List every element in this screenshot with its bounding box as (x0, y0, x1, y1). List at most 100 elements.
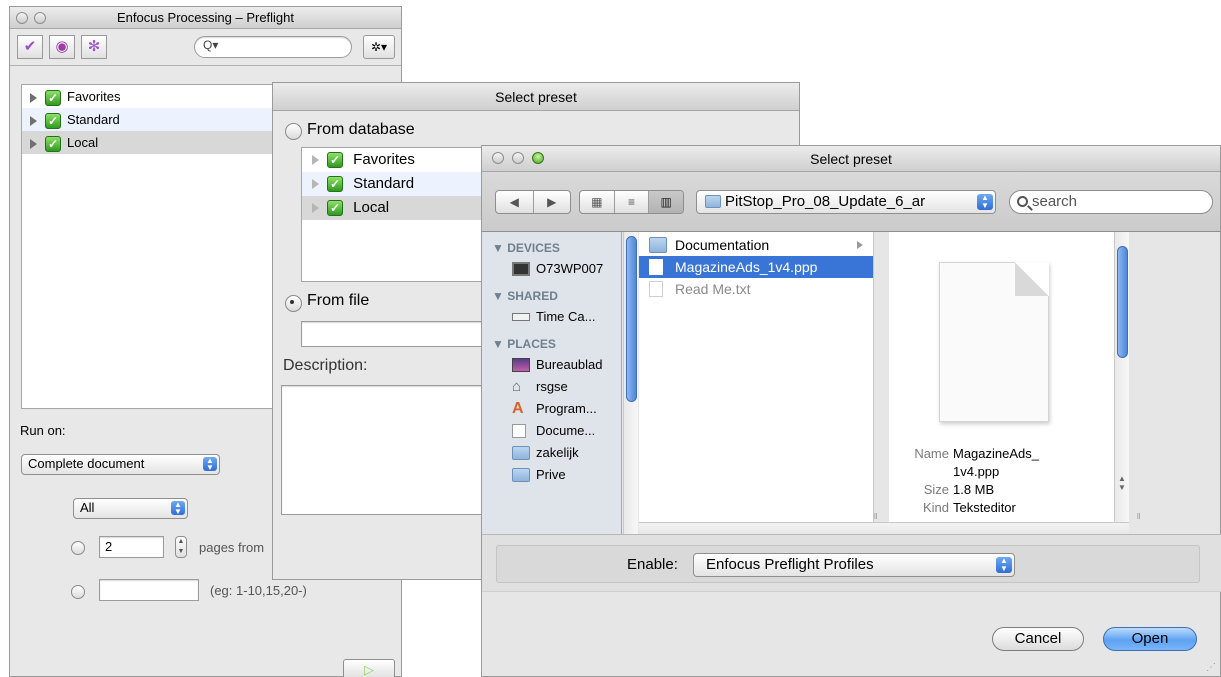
info-name-value: MagazineAds_ (953, 446, 1039, 461)
sidebar-item-computer[interactable]: O73WP007 (482, 258, 621, 280)
view-mode-control[interactable]: ▦ ≡ ▥ (579, 190, 684, 214)
disclosure-triangle-icon[interactable] (312, 155, 319, 166)
applications-icon: A (512, 400, 524, 417)
drive-icon (512, 313, 530, 321)
sidebar-item-prive[interactable]: Prive (482, 464, 621, 486)
sidebar-header-places: ▼ PLACES (492, 337, 556, 351)
preview-scroll-thumb[interactable] (1117, 246, 1128, 358)
zoom-button[interactable] (532, 152, 544, 164)
folder-icon (512, 446, 530, 460)
run-on-select[interactable]: Complete document ▲ ▼ (21, 454, 220, 475)
info-kind-value: Teksteditor (953, 500, 1016, 515)
checkmark-icon: ✓ (45, 89, 61, 106)
info-name-value-cont: 1v4.ppp (953, 464, 1000, 479)
disclosure-triangle-icon[interactable] (30, 92, 37, 103)
run-button[interactable]: ▷ (343, 659, 395, 677)
text-file-icon (649, 281, 663, 297)
scroll-arrows-icon[interactable]: ▲ ▼ (1118, 474, 1126, 492)
page-range-field[interactable] (99, 579, 199, 601)
document-icon (649, 259, 663, 275)
from-database-label: From database (307, 121, 415, 138)
documents-icon (512, 424, 526, 438)
pages-select[interactable]: All ▲ ▼ (73, 498, 188, 519)
info-size-key: Size (923, 482, 949, 497)
back-icon[interactable]: ◀ (496, 191, 534, 213)
checkmark-icon: ✔ (23, 38, 37, 55)
open-button[interactable]: Open (1103, 627, 1197, 651)
description-label: Description: (283, 357, 368, 374)
from-file-label: From file (307, 292, 370, 309)
play-icon: ▷ (364, 662, 374, 677)
minimize-button[interactable] (34, 12, 46, 24)
checkmark-icon: ✓ (45, 112, 61, 129)
disclosure-triangle-icon[interactable] (312, 179, 319, 190)
forward-icon[interactable]: ▶ (534, 191, 571, 213)
cancel-button[interactable]: Cancel (992, 627, 1084, 651)
checkmark-icon: ✓ (327, 200, 343, 217)
resize-grip-icon[interactable]: ⋰ (1206, 662, 1216, 673)
popup-arrows-icon: ▲ ▼ (203, 457, 217, 472)
column-resize-handle[interactable]: ll (874, 512, 880, 521)
sidebar-item-bureaublad[interactable]: Bureaublad (482, 354, 621, 376)
back-forward-control[interactable]: ◀ ▶ (495, 190, 571, 214)
search-icon (1017, 196, 1028, 207)
sidebar-item-applications[interactable]: A Program... (482, 398, 621, 420)
list-view-icon[interactable]: ≡ (615, 191, 650, 213)
column-view-icon[interactable]: ▥ (649, 191, 683, 213)
checkmark-icon: ✓ (45, 135, 61, 152)
computer-icon (512, 262, 530, 276)
window-title: Enfocus Processing – Preflight (116, 10, 295, 25)
from-file-radio[interactable] (285, 295, 302, 312)
file-item-readme[interactable]: Read Me.txt (639, 278, 873, 300)
gear-icon: ✻ (87, 38, 101, 55)
page-range-radio[interactable] (71, 585, 85, 599)
file-item-magazineads[interactable]: MagazineAds_1v4.ppp (639, 256, 873, 278)
document-preview-icon (939, 262, 1049, 422)
popup-arrows-icon: ▲ ▼ (996, 557, 1012, 573)
search-input[interactable]: Q▾ (194, 36, 352, 58)
enable-bar: Enable: Enfocus Preflight Profiles ▲ ▼ (482, 534, 1221, 592)
settings-button[interactable]: ✻ (81, 35, 107, 59)
folder-icon (512, 468, 530, 482)
chevron-right-icon (857, 241, 863, 249)
folder-icon (705, 195, 721, 208)
path-popup[interactable]: PitStop_Pro_08_Update_6_ar ▲ ▼ (696, 190, 996, 214)
file-dialog-titlebar: Select preset (482, 146, 1220, 172)
pages-count-radio[interactable] (71, 541, 85, 555)
disclosure-triangle-icon[interactable] (312, 203, 319, 214)
sidebar: ▼ DEVICES O73WP007 ▼ SHARED Time Ca... ▼… (482, 232, 622, 548)
sidebar-item-time-capsule[interactable]: Time Ca... (482, 306, 621, 328)
enable-label: Enable: (627, 556, 678, 573)
popup-arrows-icon: ▲ ▼ (171, 501, 185, 516)
close-button[interactable] (492, 152, 504, 164)
sheet-titlebar: Select preset (273, 83, 799, 111)
preview-scrollbar[interactable]: ▲ ▼ (1114, 232, 1129, 522)
sidebar-item-documents[interactable]: Docume... (482, 420, 621, 442)
from-database-radio[interactable] (285, 123, 302, 140)
info-kind-key: Kind (922, 500, 949, 515)
sidebar-item-zakelijk[interactable]: zakelijk (482, 442, 621, 464)
sidebar-item-home[interactable]: ⌂ rsgse (482, 376, 621, 398)
preview-pane: Name MagazineAds_ 1v4.ppp Size 1.8 MB Ki… (889, 232, 1114, 522)
checkmark-button[interactable]: ✔ (17, 35, 43, 59)
gear-icon: ✲▾ (370, 40, 388, 54)
close-button[interactable] (16, 12, 28, 24)
column-resize-handle[interactable]: ll (1137, 512, 1141, 521)
sidebar-header-shared: ▼ SHARED (492, 289, 558, 303)
pages-count-field[interactable]: 2 (99, 536, 164, 558)
icon-view-icon[interactable]: ▦ (580, 191, 615, 213)
disclosure-triangle-icon[interactable] (30, 115, 37, 126)
preflight-toolbar: ✔ ◉ ✻ Q▾ ✲▾ (10, 29, 401, 65)
sidebar-scrollbar[interactable] (623, 232, 638, 548)
disclosure-triangle-icon[interactable] (30, 138, 37, 149)
globe-button[interactable]: ◉ (49, 35, 75, 59)
search-input[interactable]: search (1009, 190, 1213, 214)
enable-select[interactable]: Enfocus Preflight Profiles ▲ ▼ (693, 553, 1015, 577)
pages-count-stepper[interactable]: ▲ ▼ (175, 536, 187, 558)
action-menu-button[interactable]: ✲▾ (363, 35, 395, 59)
popup-arrows-icon: ▲ ▼ (977, 194, 993, 210)
file-item-documentation[interactable]: Documentation (639, 234, 873, 256)
minimize-button[interactable] (512, 152, 524, 164)
file-column: Documentation MagazineAds_1v4.ppp Read M… (639, 232, 874, 522)
sidebar-scroll-thumb[interactable] (626, 236, 637, 402)
